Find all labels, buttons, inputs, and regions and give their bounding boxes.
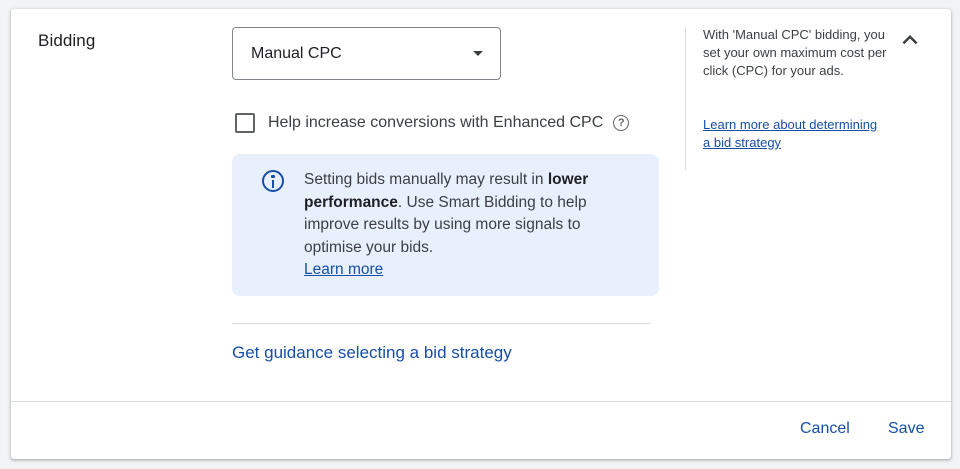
side-panel-divider	[685, 27, 686, 170]
section-title: Bidding	[38, 31, 96, 50]
cancel-button[interactable]: Cancel	[800, 420, 850, 438]
info-banner: Setting bids manually may result in lowe…	[232, 154, 659, 296]
enhanced-cpc-label: Help increase conversions with Enhanced …	[268, 114, 604, 131]
collapse-button[interactable]	[895, 25, 925, 55]
bid-strategy-select[interactable]: Manual CPC	[232, 27, 501, 80]
info-learn-more-link[interactable]: Learn more	[304, 261, 383, 278]
enhanced-cpc-row: Help increase conversions with Enhanced …	[235, 113, 630, 133]
chevron-up-icon	[902, 35, 918, 45]
info-text: Setting bids manually may result in lowe…	[304, 169, 634, 282]
side-panel-link[interactable]: Learn more about determining a bid strat…	[703, 116, 883, 152]
info-text-before: Setting bids manually may result in	[304, 171, 548, 188]
save-button[interactable]: Save	[888, 420, 924, 438]
side-panel-description: With 'Manual CPC' bidding, you set your …	[703, 27, 887, 78]
guidance-link[interactable]: Get guidance selecting a bid strategy	[232, 343, 512, 363]
help-circle-icon[interactable]: ?	[613, 115, 630, 131]
bidding-card: Bidding Manual CPC Help increase convers…	[11, 9, 951, 459]
bid-strategy-value: Manual CPC	[251, 44, 342, 62]
caret-down-icon	[473, 51, 483, 56]
enhanced-cpc-checkbox[interactable]	[235, 113, 255, 133]
content-divider	[232, 323, 650, 324]
info-icon	[262, 170, 284, 192]
footer-divider	[11, 401, 951, 402]
